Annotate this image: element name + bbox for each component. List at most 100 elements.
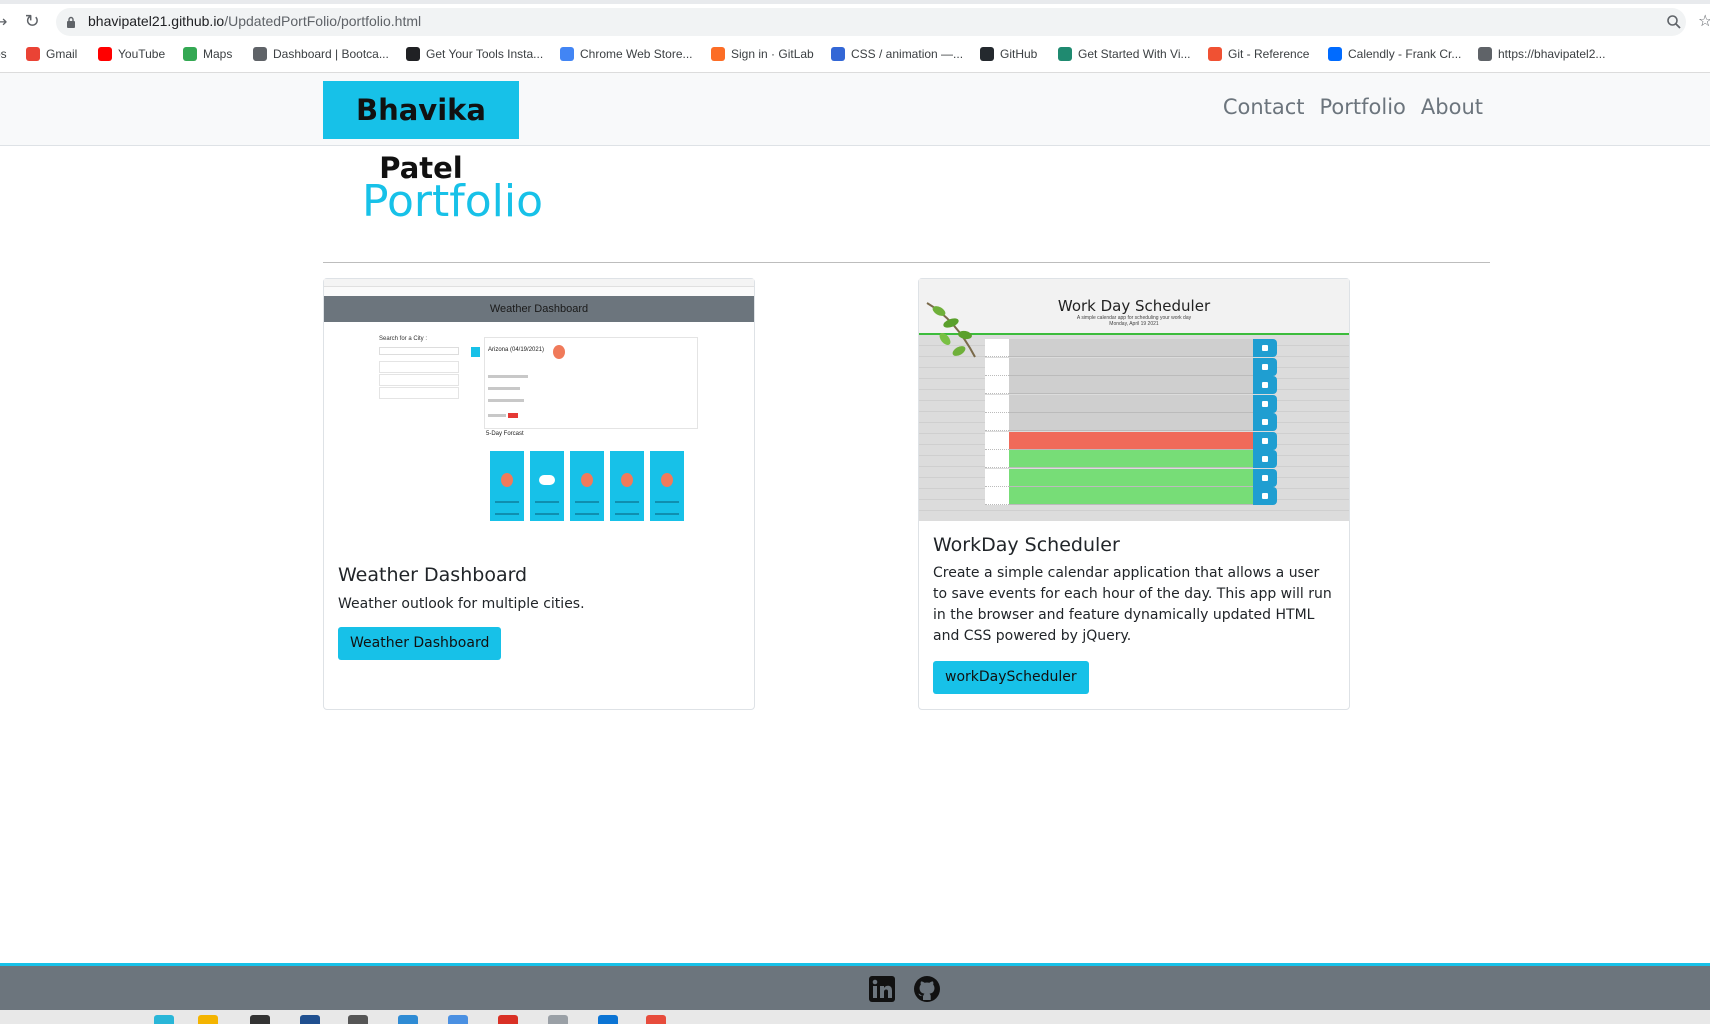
bookmark-favicon-icon <box>98 47 112 61</box>
os-taskbar <box>0 1010 1710 1024</box>
thumb-time-block <box>1009 450 1253 468</box>
weather-dashboard-button[interactable]: Weather Dashboard <box>338 627 502 660</box>
reload-icon[interactable]: ↻ <box>22 12 42 32</box>
bookmark-label: Maps <box>203 47 233 61</box>
thumb-hour-label <box>985 394 1009 413</box>
app-icon[interactable] <box>154 1015 174 1024</box>
nav-link-contact[interactable]: Contact <box>1223 95 1305 119</box>
bookmark-item[interactable]: Chrome Web Store... <box>560 45 693 63</box>
bookmark-item[interactable]: Git - Reference <box>1208 45 1309 63</box>
save-icon <box>1253 339 1277 357</box>
folder-icon[interactable] <box>198 1015 218 1024</box>
bookmark-item[interactable]: Dashboard | Bootca... <box>253 45 389 63</box>
app-icon[interactable] <box>646 1015 666 1024</box>
bookmark-favicon-icon <box>1058 47 1072 61</box>
nav-link-about[interactable]: About <box>1421 95 1483 119</box>
thumb-search-button <box>471 347 480 357</box>
site-footer <box>0 963 1710 1010</box>
address-bar-row: → ↻ bhavipatel21.github.io/UpdatedPortFo… <box>0 8 1710 36</box>
project-title: Weather Dashboard <box>338 564 528 586</box>
app-icon[interactable] <box>548 1015 568 1024</box>
tab-strip <box>0 0 1710 4</box>
bookmark-item[interactable]: Sign in · GitLab <box>711 45 814 63</box>
thumb-search-input <box>379 347 459 355</box>
bookmark-item[interactable]: ps <box>0 45 7 63</box>
thumb-text-line <box>488 399 524 402</box>
vscode-icon[interactable] <box>598 1015 618 1024</box>
thumb-search-label: Search for a City : <box>379 336 428 342</box>
address-bar[interactable]: bhavipatel21.github.io/UpdatedPortFolio/… <box>56 8 1686 36</box>
thumb-subtitle: A simple calendar app for scheduling you… <box>1076 315 1192 327</box>
thumb-forecast-card <box>490 451 524 521</box>
app-icon[interactable] <box>398 1015 418 1024</box>
bookmark-favicon-icon <box>1478 47 1492 61</box>
app-icon[interactable] <box>498 1015 518 1024</box>
site-navbar: Bhavika Patel Contact Portfolio About <box>0 73 1710 185</box>
thumb-hour-label <box>985 413 1009 431</box>
bookmark-item[interactable]: Gmail <box>26 45 77 63</box>
thumb-hour-label <box>985 357 1009 376</box>
app-icon[interactable] <box>250 1015 270 1024</box>
save-icon <box>1253 376 1277 394</box>
thumb-hour-label <box>985 468 1009 487</box>
app-icon[interactable] <box>300 1015 320 1024</box>
thumb-time-block <box>1009 413 1253 431</box>
work-day-scheduler-button[interactable]: workDayScheduler <box>933 661 1089 694</box>
thumb-time-block <box>1009 487 1253 505</box>
project-thumbnail-weather[interactable]: Weather Dashboard Search for a City : Ar… <box>324 279 754 521</box>
bookmark-label: https://bhavipatel2... <box>1498 47 1606 61</box>
bookmark-item[interactable]: CSS / animation —... <box>831 45 963 63</box>
thumb-time-block <box>1009 468 1253 487</box>
thumb-text-line <box>488 375 528 378</box>
url-text: bhavipatel21.github.io/UpdatedPortFolio/… <box>88 13 422 29</box>
thumb-forecast-card <box>530 451 564 521</box>
bookmark-label: Sign in · GitLab <box>731 47 814 61</box>
thumb-time-block <box>1009 431 1253 450</box>
bookmark-favicon-icon <box>831 47 845 61</box>
bookmark-favicon-icon <box>1328 47 1342 61</box>
bookmark-favicon-icon <box>253 47 267 61</box>
bookmark-label: Get Started With Vi... <box>1078 47 1191 61</box>
bookmark-favicon-icon <box>183 47 197 61</box>
bookmark-item[interactable]: GitHub <box>980 45 1037 63</box>
thumb-forecast-label: 5-Day Forcast <box>486 431 524 437</box>
chrome-icon[interactable] <box>448 1015 468 1024</box>
app-icon[interactable] <box>348 1015 368 1024</box>
bookmark-item[interactable]: Get Your Tools Insta... <box>406 45 543 63</box>
project-card-scheduler: Work Day Scheduler A simple calendar app… <box>918 278 1350 710</box>
browser-chrome: → ↻ bhavipatel21.github.io/UpdatedPortFo… <box>0 0 1710 73</box>
bookmark-label: Get Your Tools Insta... <box>426 47 544 61</box>
leaf-icon <box>926 302 976 358</box>
bookmark-favicon-icon <box>26 47 40 61</box>
bookmark-label: Chrome Web Store... <box>580 47 693 61</box>
bookmark-label: Calendly - Frank Cr... <box>1348 47 1462 61</box>
linkedin-icon[interactable] <box>868 975 896 1003</box>
bookmark-item[interactable]: https://bhavipatel2... <box>1478 45 1605 63</box>
bookmark-favicon-icon <box>406 47 420 61</box>
thumb-history-item <box>379 387 459 399</box>
bookmark-star-icon[interactable]: ☆ <box>1698 11 1710 30</box>
bookmark-favicon-icon <box>1208 47 1222 61</box>
bookmark-item[interactable]: YouTube <box>98 45 165 63</box>
bookmarks-bar: ps Gmail YouTube Maps Dashboard | Bootca... G… <box>0 43 1710 65</box>
nav-link-portfolio[interactable]: Portfolio <box>1320 95 1406 119</box>
bookmark-item[interactable]: Get Started With Vi... <box>1058 45 1191 63</box>
back-arrow-icon[interactable]: → <box>0 14 8 30</box>
thumb-header: Weather Dashboard <box>324 296 754 322</box>
github-icon[interactable] <box>913 975 941 1003</box>
bookmark-label: YouTube <box>118 47 166 61</box>
bookmark-item[interactable]: Calendly - Frank Cr... <box>1328 45 1461 63</box>
project-title: WorkDay Scheduler <box>933 534 1120 556</box>
thumb-history-item <box>379 361 459 373</box>
brand-logo[interactable]: Bhavika Patel <box>323 81 519 185</box>
bookmark-label: Gmail <box>46 47 78 61</box>
thumb-text-line <box>488 387 520 390</box>
thumb-text-line <box>488 414 506 417</box>
project-thumbnail-scheduler[interactable]: Work Day Scheduler A simple calendar app… <box>919 279 1349 521</box>
bookmark-item[interactable]: Maps <box>183 45 232 63</box>
divider <box>323 262 1490 263</box>
thumb-time-block <box>1009 339 1253 357</box>
thumb-hour-label <box>985 431 1009 450</box>
zoom-icon[interactable] <box>1666 14 1682 30</box>
project-description: Weather outlook for multiple cities. <box>338 596 585 612</box>
